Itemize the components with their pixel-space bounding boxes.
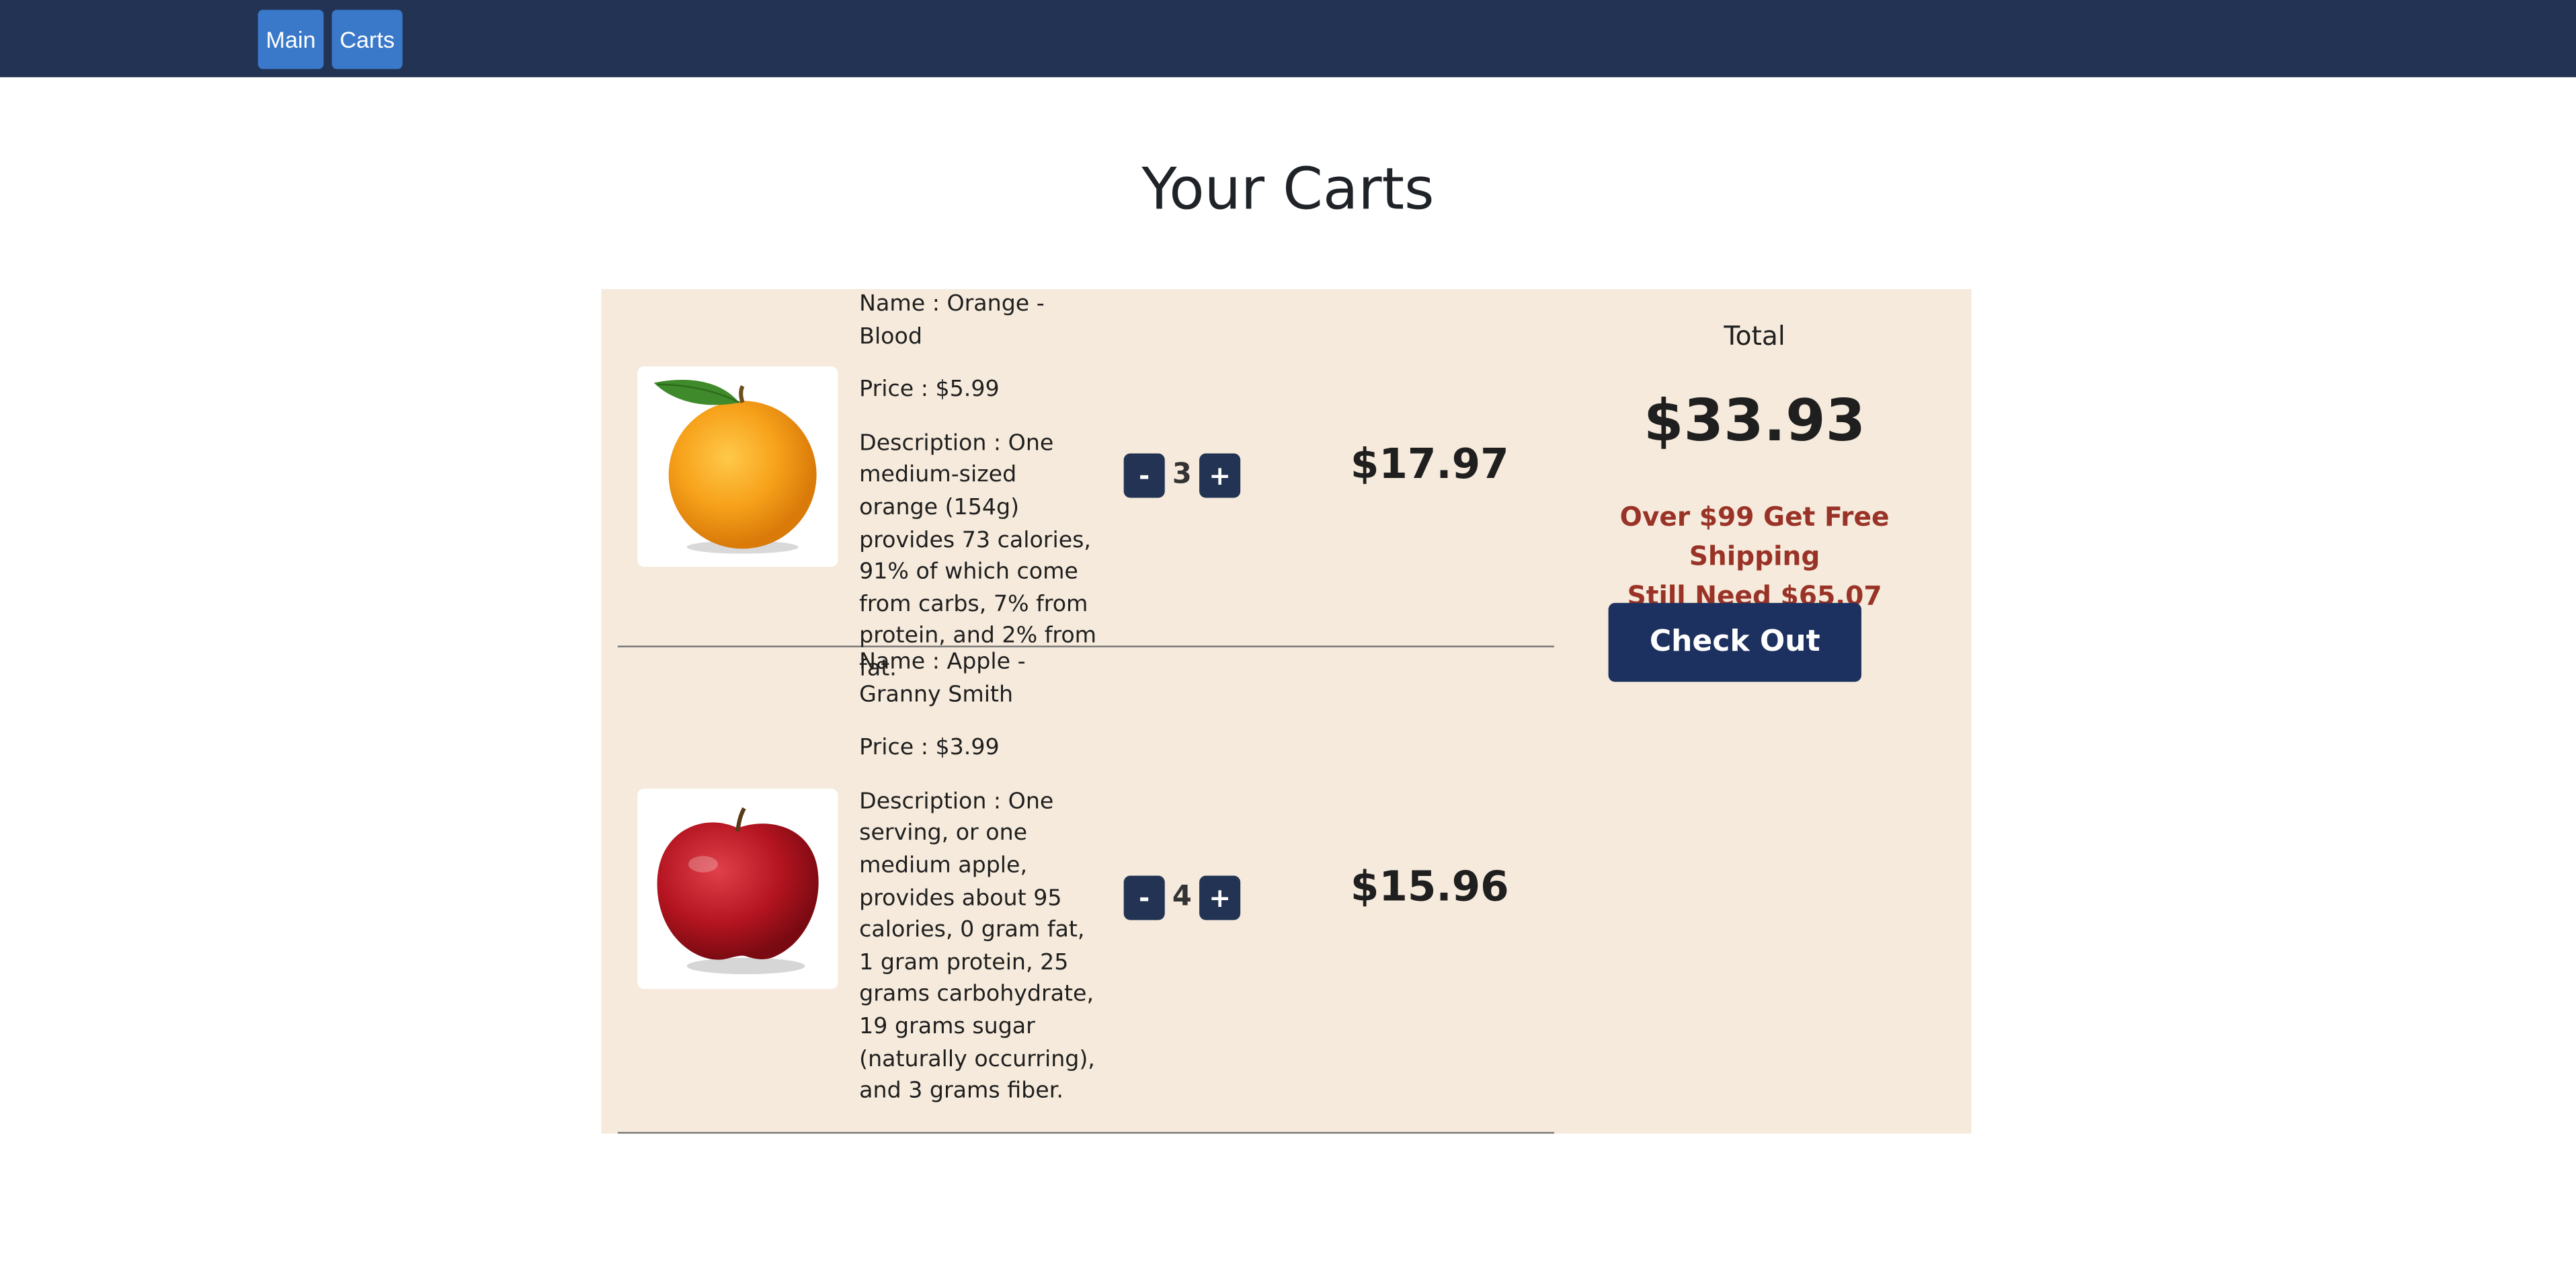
item-price: Price : $3.99 (859, 734, 1000, 761)
cart-panel: Name : Orange - Blood Price : $5.99 Desc… (601, 289, 1972, 1134)
cart-item-row: Name : Apple - Granny Smith Price : $3.9… (617, 647, 1554, 1134)
quantity-value: 4 (1172, 880, 1192, 914)
free-shipping-message: Over $99 Get Free Shipping Still Need $6… (1554, 498, 1955, 616)
decrease-quantity-button[interactable]: - (1123, 453, 1165, 498)
top-navbar: Main Carts (0, 0, 2576, 77)
nav-carts-button[interactable]: Carts (331, 9, 403, 69)
increase-quantity-button[interactable]: + (1199, 875, 1241, 920)
apple-image (637, 789, 838, 990)
cart-summary: Total $33.93 Over $99 Get Free Shipping … (1554, 289, 1972, 1133)
increase-quantity-button[interactable]: + (1199, 453, 1241, 498)
item-info: Name : Apple - Granny Smith Price : $3.9… (859, 647, 1097, 1130)
quantity-stepper: - 3 + (1123, 453, 1249, 499)
item-description: Description : One serving, or one medium… (859, 788, 1095, 1105)
orange-image (637, 366, 838, 567)
decrease-quantity-button[interactable]: - (1123, 875, 1165, 920)
total-label: Total (1724, 320, 1785, 352)
nav-main-button[interactable]: Main (257, 9, 324, 69)
item-line-total: $15.96 (1350, 862, 1509, 910)
quantity-value: 3 (1172, 458, 1192, 491)
item-info: Name : Orange - Blood Price : $5.99 Desc… (859, 289, 1097, 707)
quantity-stepper: - 4 + (1123, 875, 1249, 922)
cart-total-amount: $33.93 (1644, 389, 1866, 455)
item-line-total: $17.97 (1350, 440, 1509, 488)
item-price: Price : $5.99 (859, 376, 1000, 403)
page: Main Carts Your Carts Name: Orange - Bl… (0, 0, 2576, 1283)
page-title: Your Carts (1141, 157, 1435, 224)
cart-item-row: Name : Orange - Blood Price : $5.99 Desc… (617, 289, 1554, 682)
checkout-button[interactable]: Check Out (1608, 602, 1861, 682)
item-name: Name : Orange - Blood (859, 290, 1045, 350)
item-name: Name : Apple - Granny Smith (859, 649, 1026, 708)
shipping-threshold-text: Over $99 Get Free Shipping (1619, 501, 1890, 572)
